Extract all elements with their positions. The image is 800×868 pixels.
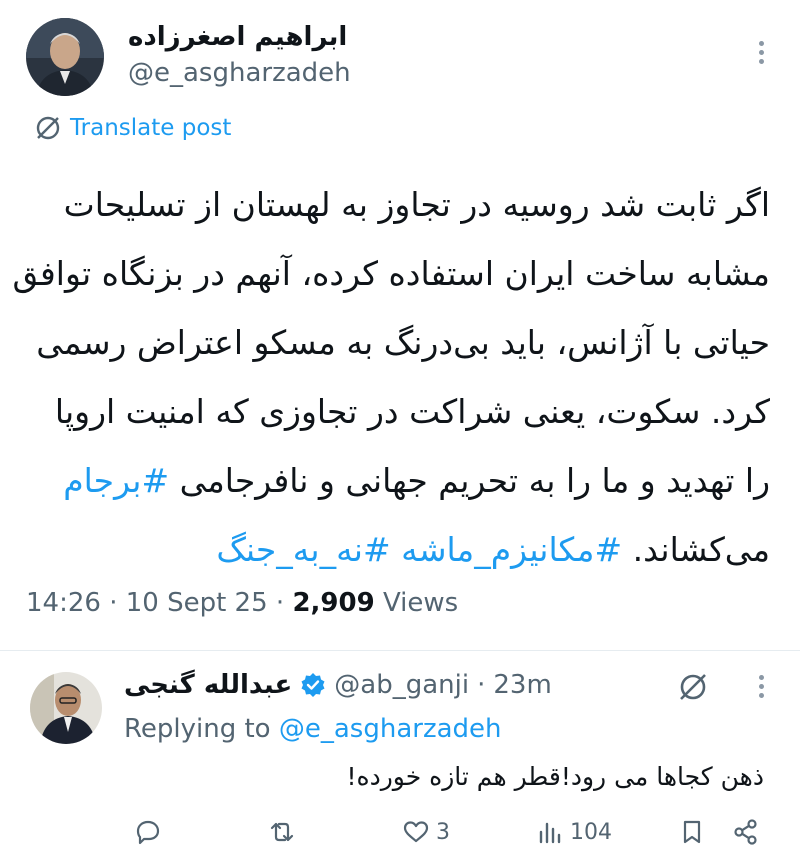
reply-author-name[interactable]: عبدالله گنجی <box>124 670 292 700</box>
like-count: 3 <box>436 819 450 845</box>
hashtag-link[interactable]: #مکانیزم_ماشه <box>401 530 622 569</box>
post-text-line: را تهدید و ما را به تحریم جهانی و نافرجا… <box>20 446 770 515</box>
separator: · <box>275 588 285 618</box>
reply-text: ذهن کجاها می رود!قطر هم تازه خورده! <box>346 762 764 791</box>
like-button[interactable]: 3 <box>402 818 450 846</box>
hashtag-link[interactable]: #برجام <box>63 461 169 500</box>
post-date[interactable]: 10 Sept 25 <box>126 588 268 618</box>
reply-action-bar: 3 104 <box>0 810 800 860</box>
separator: · <box>477 670 486 700</box>
translate-icon <box>36 116 60 140</box>
replying-handle-link[interactable]: @e_asgharzadeh <box>279 714 502 744</box>
reply-time[interactable]: 23m <box>493 670 551 700</box>
post-text-line: کرد. سکوت، یعنی شراکت در تجاوزی که امنیت… <box>54 392 770 431</box>
grok-icon[interactable] <box>676 670 710 704</box>
post-time[interactable]: 14:26 <box>26 588 101 618</box>
divider <box>0 650 800 651</box>
post-text-line: حیاتی با آژانس، باید بی‌درنگ به مسکو اعت… <box>36 323 770 362</box>
views-count: 104 <box>570 819 612 845</box>
post-text-segment: می‌کشاند. <box>632 530 770 569</box>
post-text-segment: را تهدید و ما را به تحریم جهانی و نافرجا… <box>179 461 770 500</box>
repost-button[interactable] <box>268 818 296 846</box>
verified-badge-icon <box>301 673 325 697</box>
share-icon <box>734 819 757 845</box>
post-meta: 14:26 · 10 Sept 25 · 2,909 Views <box>26 588 458 618</box>
replying-to: Replying to @e_asgharzadeh <box>124 714 502 744</box>
translate-label: Translate post <box>70 115 232 141</box>
separator: · <box>109 588 118 618</box>
hashtag-link[interactable]: #نه_به_جنگ <box>216 530 390 569</box>
more-icon-dot <box>759 693 764 698</box>
translate-post-button[interactable]: Translate post <box>34 114 231 142</box>
more-icon <box>759 41 764 46</box>
views-count[interactable]: 2,909 <box>292 588 374 618</box>
post-text: اگر ثابت شد روسیه در تجاوز به لهستان از … <box>12 170 770 584</box>
bookmark-icon <box>683 820 701 844</box>
post-text-line: مشابه ساخت ایران استفاده کرده، آنهم در ب… <box>12 254 770 293</box>
heart-icon <box>403 821 429 843</box>
bookmark-button[interactable] <box>678 818 706 846</box>
more-options-button[interactable] <box>752 38 772 68</box>
more-icon-dot <box>759 50 764 55</box>
reply-author-handle[interactable]: @ab_ganji <box>334 670 469 700</box>
reply-button[interactable] <box>134 818 162 846</box>
replying-prefix: Replying to <box>124 714 271 744</box>
views-button[interactable]: 104 <box>536 818 612 846</box>
author-name[interactable]: ابراهیم اصغرزاده <box>128 22 347 52</box>
more-icon-dot <box>759 59 764 64</box>
post-text-line: می‌کشاند. #مکانیزم_ماشه #نه_به_جنگ <box>20 515 770 584</box>
author-avatar[interactable] <box>26 18 104 96</box>
more-icon <box>759 675 764 680</box>
reply-author-avatar[interactable] <box>30 672 102 744</box>
author-handle[interactable]: @e_asgharzadeh <box>128 58 351 88</box>
reply-header: عبدالله گنجی @ab_ganji · 23m <box>124 670 552 700</box>
more-icon-dot <box>759 684 764 689</box>
reply-icon <box>136 820 160 845</box>
share-button[interactable] <box>732 818 760 846</box>
reply-more-options-button[interactable] <box>752 672 772 702</box>
views-icon <box>539 822 561 844</box>
repost-icon <box>270 822 294 842</box>
views-label: Views <box>382 588 459 618</box>
post-text-line: اگر ثابت شد روسیه در تجاوز به لهستان از … <box>63 185 770 224</box>
